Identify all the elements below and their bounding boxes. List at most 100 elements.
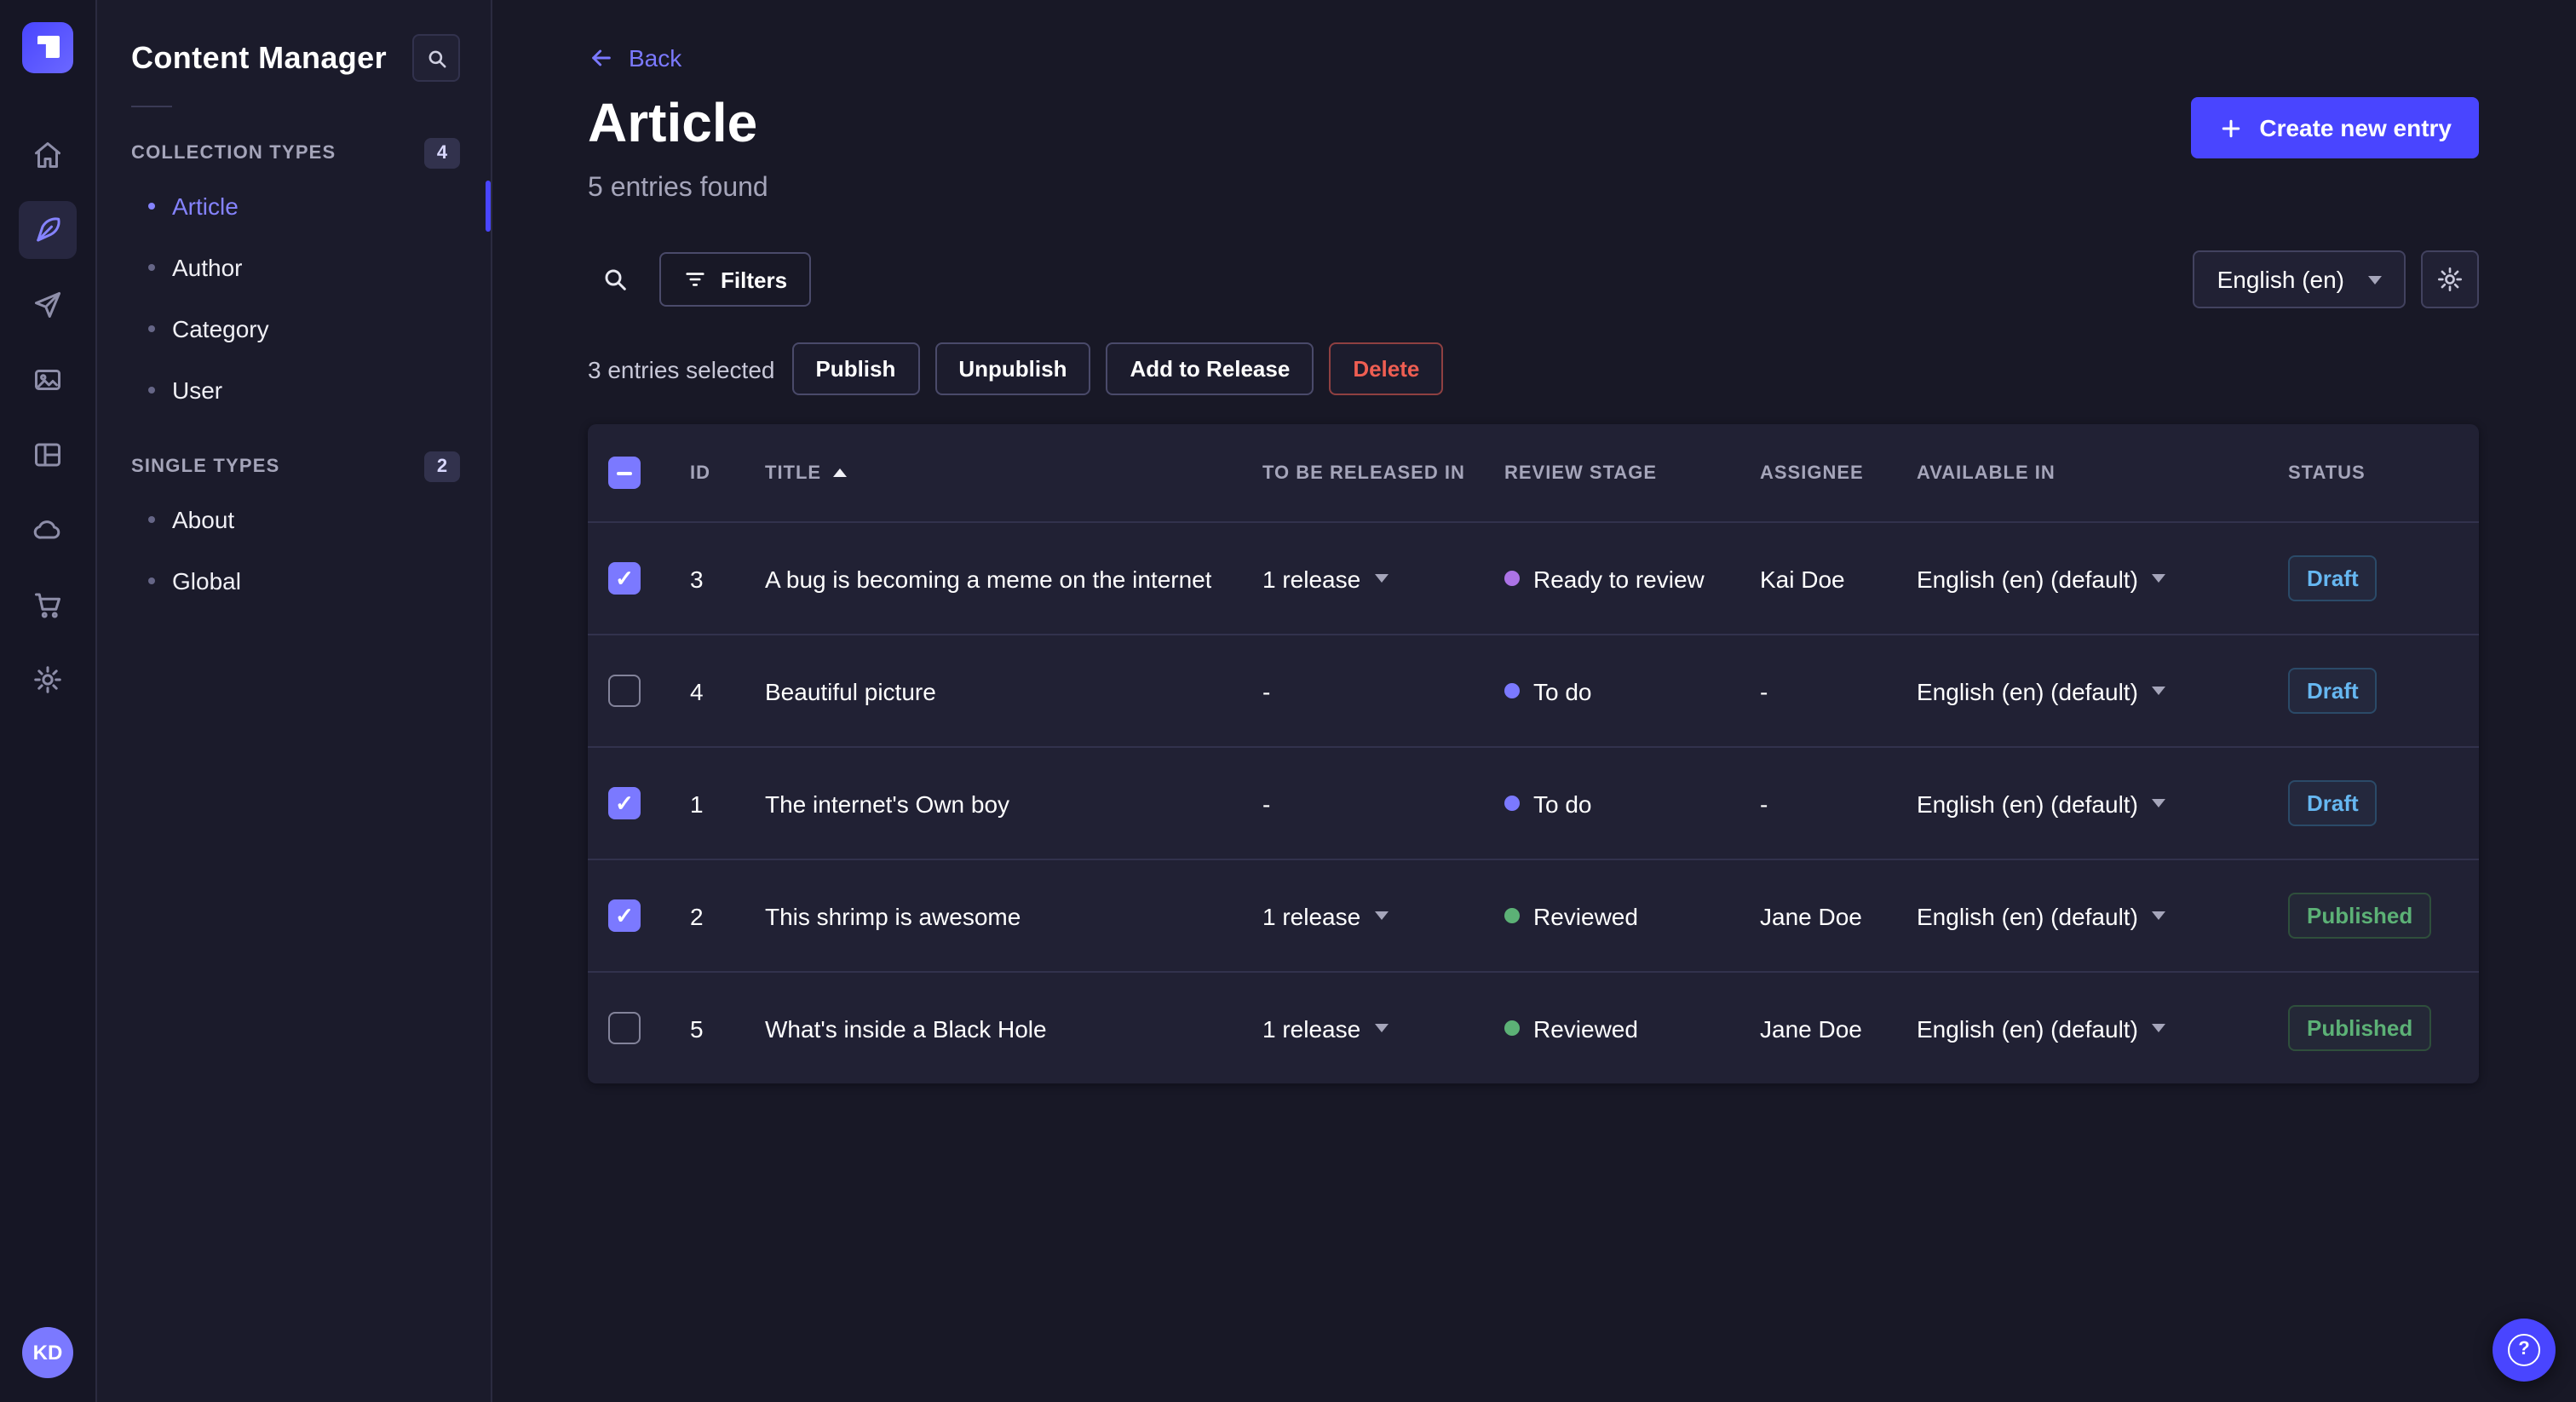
content-manager-nav-button[interactable] — [19, 201, 77, 259]
row-assignee: Jane Doe — [1760, 902, 1862, 929]
bulk-actions-bar: 3 entries selected Publish Unpublish Add… — [588, 342, 2479, 395]
sidebar-item-user[interactable]: User — [97, 359, 491, 421]
sidebar-item-label: Author — [172, 254, 243, 281]
home-nav-button[interactable] — [19, 126, 77, 184]
column-header-status: STATUS — [2288, 463, 2366, 483]
column-header-title[interactable]: TITLE — [765, 463, 1262, 483]
home-icon — [35, 142, 60, 168]
row-locale-dropdown[interactable]: English (en) (default) — [1917, 902, 2288, 929]
row-title: What's inside a Black Hole — [765, 1014, 1047, 1042]
unpublish-button[interactable]: Unpublish — [934, 342, 1091, 395]
column-header-available-in: AVAILABLE IN — [1917, 463, 2056, 483]
chevron-down-icon — [2368, 275, 2382, 284]
sidebar-item-label: User — [172, 376, 223, 404]
filter-icon — [686, 273, 704, 286]
releases-nav-button[interactable] — [19, 276, 77, 334]
row-assignee: - — [1760, 677, 1768, 704]
row-checkbox[interactable] — [608, 787, 641, 819]
row-release-dropdown[interactable]: 1 release — [1262, 902, 1504, 929]
layout-icon — [35, 443, 60, 467]
search-entries-button[interactable] — [588, 252, 642, 307]
chevron-down-icon — [1374, 911, 1389, 920]
row-id: 5 — [690, 1014, 704, 1042]
column-header-release: TO BE RELEASED IN — [1262, 463, 1465, 483]
sidebar-item-label: Category — [172, 315, 269, 342]
row-checkbox[interactable] — [608, 899, 641, 932]
select-all-checkbox[interactable] — [608, 457, 641, 489]
back-link[interactable]: Back — [588, 44, 681, 72]
media-image-icon — [35, 370, 60, 390]
row-release-dropdown[interactable]: - — [1262, 790, 1504, 817]
row-id: 3 — [690, 565, 704, 592]
publish-button[interactable]: Publish — [791, 342, 920, 395]
row-checkbox[interactable] — [608, 1012, 641, 1044]
status-badge: Published — [2288, 1005, 2432, 1051]
filters-button[interactable]: Filters — [659, 252, 812, 307]
section-label: COLLECTION TYPES — [131, 143, 336, 164]
chevron-down-icon — [2151, 574, 2165, 583]
sidebar-item-article[interactable]: Article — [97, 175, 491, 237]
search-icon — [605, 269, 626, 290]
sidebar-item-category[interactable]: Category — [97, 298, 491, 359]
sidebar-search-button[interactable] — [412, 34, 460, 82]
row-review-stage: Reviewed — [1504, 1014, 1760, 1042]
row-checkbox[interactable] — [608, 562, 641, 595]
strapi-logo[interactable] — [22, 22, 73, 73]
table-row[interactable]: 1 The internet's Own boy - To do - Engli… — [588, 746, 2479, 859]
create-new-entry-button[interactable]: Create new entry — [2191, 97, 2479, 158]
section-label: SINGLE TYPES — [131, 457, 280, 477]
sidebar-item-label: Global — [172, 567, 241, 595]
cloud-icon — [33, 520, 60, 539]
bullet-icon — [148, 203, 155, 210]
selected-count-text: 3 entries selected — [588, 355, 775, 382]
table-row[interactable]: 3 A bug is becoming a meme on the intern… — [588, 521, 2479, 634]
locale-select[interactable]: English (en) — [2193, 250, 2406, 308]
row-review-stage: To do — [1504, 790, 1760, 817]
sidebar-item-author[interactable]: Author — [97, 237, 491, 298]
entries-table: ID TITLE TO BE RELEASED IN REVIEW STAGE … — [588, 424, 2479, 1083]
table-row[interactable]: 5 What's inside a Black Hole 1 release R… — [588, 971, 2479, 1083]
row-locale-dropdown[interactable]: English (en) (default) — [1917, 790, 2288, 817]
delete-button[interactable]: Delete — [1329, 342, 1444, 395]
table-row[interactable]: 2 This shrimp is awesome 1 release Revie… — [588, 859, 2479, 971]
sidebar-item-about[interactable]: About — [97, 489, 491, 550]
sidebar-item-label: About — [172, 506, 235, 533]
chevron-down-icon — [1374, 1024, 1389, 1032]
row-assignee: Jane Doe — [1760, 1014, 1862, 1042]
stage-dot-icon — [1504, 796, 1520, 811]
status-badge: Draft — [2288, 780, 2378, 826]
column-header-id: ID — [690, 463, 710, 483]
row-release-dropdown[interactable]: 1 release — [1262, 1014, 1504, 1042]
stage-dot-icon — [1504, 908, 1520, 923]
row-review-stage: To do — [1504, 677, 1760, 704]
content-manager-sidebar: Content Manager COLLECTION TYPES 4 Artic… — [97, 0, 492, 1402]
help-button[interactable]: ? — [2493, 1319, 2556, 1382]
user-avatar[interactable]: KD — [22, 1327, 73, 1378]
row-title: The internet's Own boy — [765, 790, 1010, 817]
marketplace-nav-button[interactable] — [19, 576, 77, 634]
plus-icon — [2222, 118, 2240, 137]
view-settings-button[interactable] — [2421, 250, 2479, 308]
list-toolbar: Filters English (en) — [588, 250, 2479, 308]
stage-dot-icon — [1504, 1020, 1520, 1036]
row-locale-dropdown[interactable]: English (en) (default) — [1917, 1014, 2288, 1042]
row-assignee: Kai Doe — [1760, 565, 1845, 592]
table-row[interactable]: 4 Beautiful picture - To do - English (e… — [588, 634, 2479, 746]
chevron-down-icon — [2151, 911, 2165, 920]
page-title: Article — [588, 92, 758, 153]
row-release-dropdown[interactable]: - — [1262, 677, 1504, 704]
settings-nav-button[interactable] — [19, 651, 77, 709]
content-type-builder-nav-button[interactable] — [19, 426, 77, 484]
deploy-nav-button[interactable] — [19, 501, 77, 559]
row-title: This shrimp is awesome — [765, 902, 1021, 929]
row-checkbox[interactable] — [608, 675, 641, 707]
row-locale-dropdown[interactable]: English (en) (default) — [1917, 565, 2288, 592]
media-library-nav-button[interactable] — [19, 351, 77, 409]
row-id: 2 — [690, 902, 704, 929]
add-to-release-button[interactable]: Add to Release — [1106, 342, 1314, 395]
row-release-dropdown[interactable]: 1 release — [1262, 565, 1504, 592]
sidebar-item-global[interactable]: Global — [97, 550, 491, 612]
row-locale-dropdown[interactable]: English (en) (default) — [1917, 677, 2288, 704]
status-badge: Published — [2288, 893, 2432, 939]
sort-asc-icon — [833, 468, 848, 477]
